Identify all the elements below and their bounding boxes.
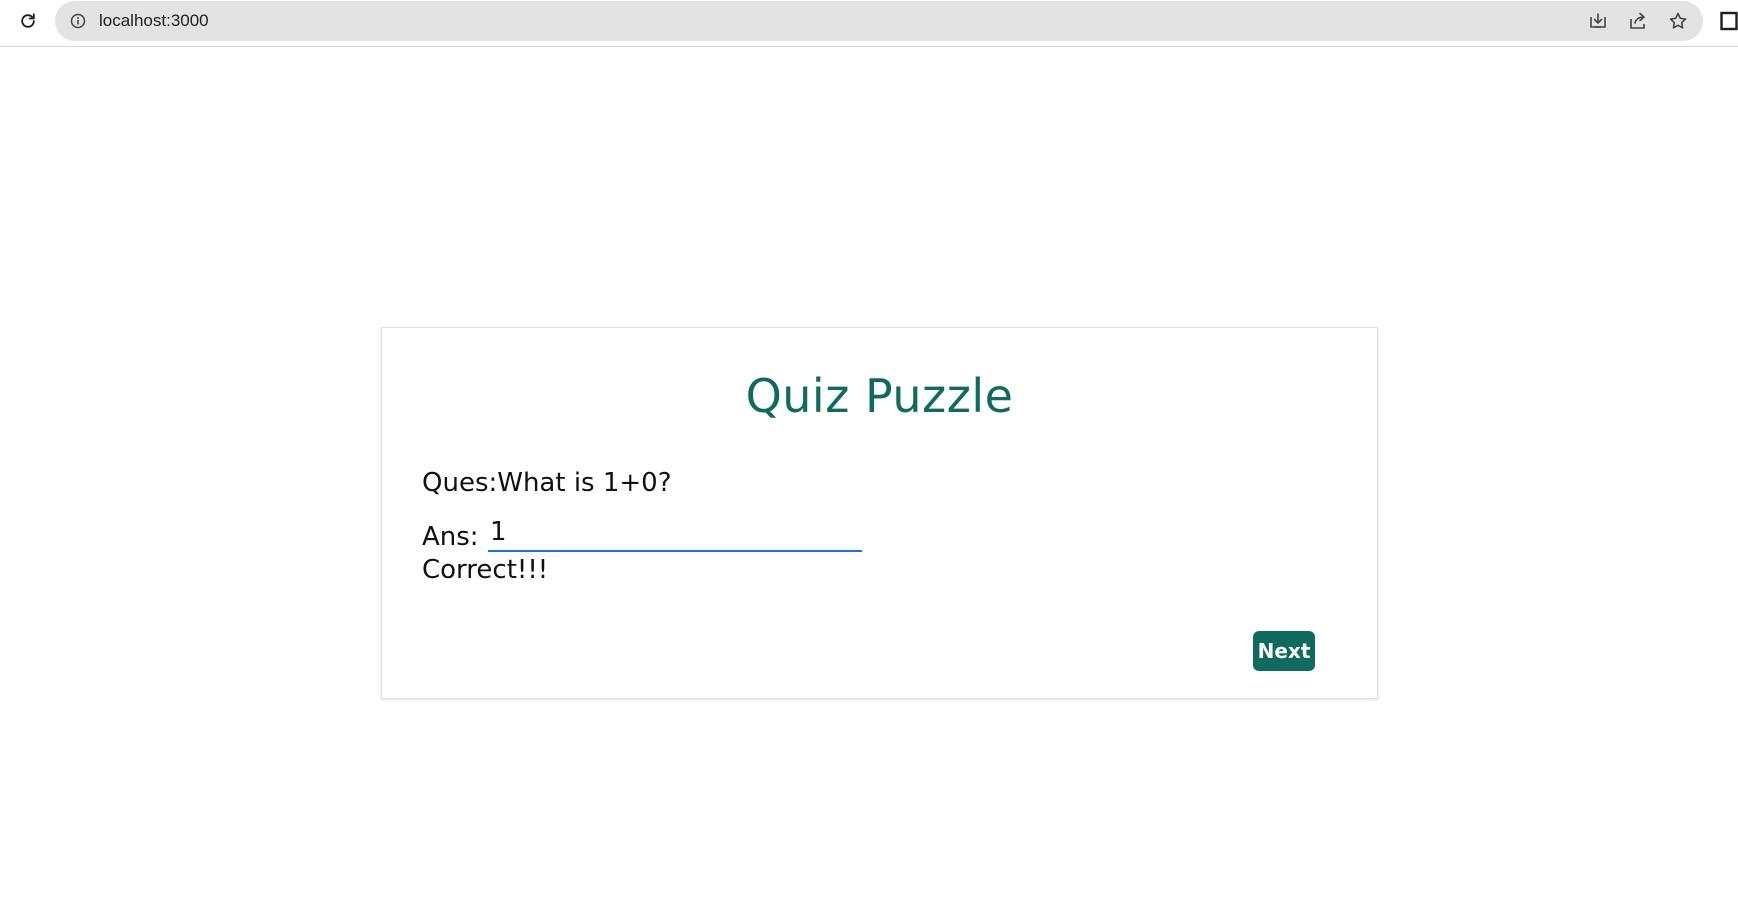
answer-row: Ans:	[422, 514, 862, 552]
quiz-title: Quiz Puzzle	[745, 369, 1014, 423]
next-button[interactable]: Next	[1253, 631, 1315, 671]
address-bar-actions	[1587, 1, 1689, 41]
browser-toolbar: localhost:3000	[0, 0, 1738, 47]
answer-input[interactable]	[488, 514, 862, 552]
url-text[interactable]: localhost:3000	[99, 11, 209, 31]
quiz-card: Quiz Puzzle Ques:What is 1+0? Ans: Corre…	[381, 327, 1378, 699]
feedback-message: Correct!!!	[422, 555, 549, 585]
reload-icon[interactable]	[16, 9, 40, 33]
side-panel-icon[interactable]	[1720, 11, 1738, 31]
question-text: Ques:What is 1+0?	[422, 468, 672, 498]
address-bar[interactable]: localhost:3000	[55, 1, 1703, 41]
bookmark-star-icon[interactable]	[1667, 10, 1689, 32]
share-icon[interactable]	[1627, 10, 1649, 32]
install-app-icon[interactable]	[1587, 10, 1609, 32]
answer-label: Ans:	[422, 522, 479, 552]
site-info-icon[interactable]	[69, 12, 87, 30]
